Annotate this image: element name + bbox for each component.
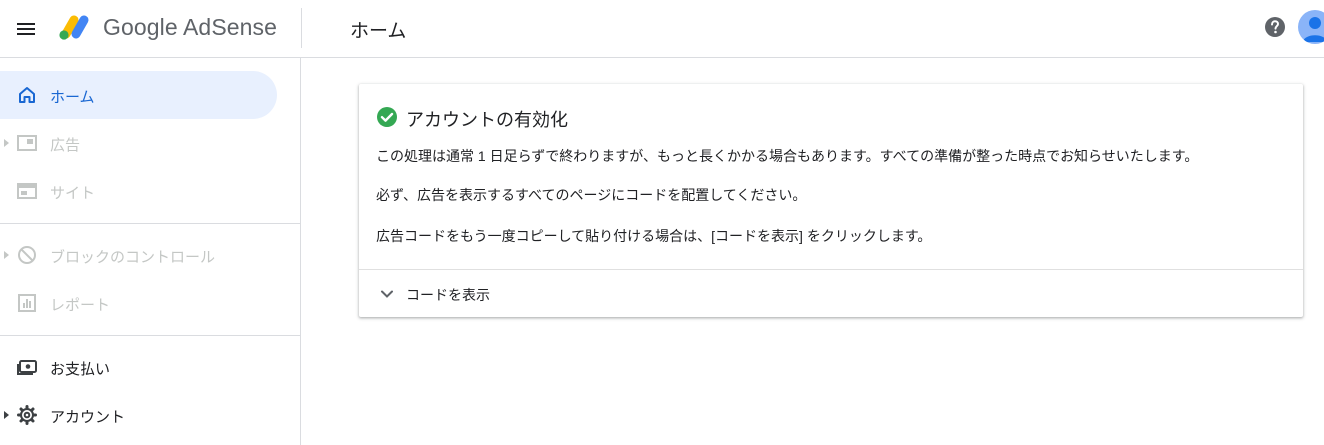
top-app-bar: Google AdSense ホーム — [0, 0, 1324, 58]
sidebar-item-block-controls[interactable]: ブロックのコントロール — [0, 231, 277, 279]
show-code-label: コードを表示 — [406, 287, 490, 303]
card-title: アカウントの有効化 — [406, 110, 568, 130]
page-title: ホーム — [350, 21, 407, 42]
help-icon[interactable] — [1264, 16, 1286, 38]
reports-icon — [18, 294, 36, 312]
sidebar-item-label: アカウント — [50, 409, 126, 426]
caret-right-icon — [4, 411, 9, 419]
check-circle-icon — [377, 107, 397, 127]
sidebar-item-reports[interactable]: レポート — [0, 279, 277, 327]
activation-info-text: この処理は通常 1 日足らずで終わりますが、もっと長くかかる場合もあります。すべ… — [376, 148, 1199, 164]
chevron-down-icon — [381, 290, 393, 298]
block-icon — [18, 246, 36, 264]
sidebar-item-label: お支払い — [50, 361, 111, 378]
sidebar-item-label: ホーム — [50, 89, 95, 106]
sites-icon — [17, 183, 37, 199]
user-icon — [1303, 17, 1324, 42]
brand-name: Google AdSense — [103, 14, 278, 40]
ads-icon — [17, 135, 37, 151]
sidebar-item-account[interactable]: アカウント — [0, 391, 277, 439]
sidebar-item-label: レポート — [50, 297, 111, 314]
sidebar-divider — [0, 335, 300, 336]
hamburger-icon[interactable] — [14, 17, 38, 41]
gear-icon — [17, 405, 37, 425]
header-divider — [301, 8, 302, 48]
account-activation-card: アカウントの有効化 この処理は通常 1 日足らずで終わりますが、もっと長くかかる… — [359, 84, 1303, 317]
sidebar-divider — [0, 223, 300, 224]
adsense-logo-icon — [59, 15, 89, 40]
code-placement-text: 必ず、広告を表示するすべてのページにコードを配置してください。 — [376, 187, 807, 203]
sidebar-item-label: サイト — [50, 185, 96, 202]
sidebar-item-payments[interactable]: お支払い — [0, 343, 277, 391]
home-icon — [19, 87, 35, 103]
show-code-expander[interactable]: コードを表示 — [359, 270, 1303, 317]
sidebar-nav: ホーム 広告 サイト ブロックのコントロール レポート お支払い アカウント — [0, 58, 301, 445]
avatar[interactable] — [1298, 10, 1324, 44]
sidebar-item-label: ブロックのコントロール — [50, 249, 216, 266]
caret-right-icon — [4, 139, 9, 147]
sidebar-item-ads[interactable]: 広告 — [0, 119, 277, 167]
payments-icon — [17, 360, 37, 375]
show-code-hint-text: 広告コードをもう一度コピーして貼り付ける場合は、[コードを表示] をクリックしま… — [376, 228, 932, 244]
sidebar-item-label: 広告 — [50, 137, 81, 154]
sidebar-item-home[interactable]: ホーム — [0, 71, 277, 119]
sidebar-item-sites[interactable]: サイト — [0, 167, 277, 215]
caret-right-icon — [4, 251, 9, 259]
